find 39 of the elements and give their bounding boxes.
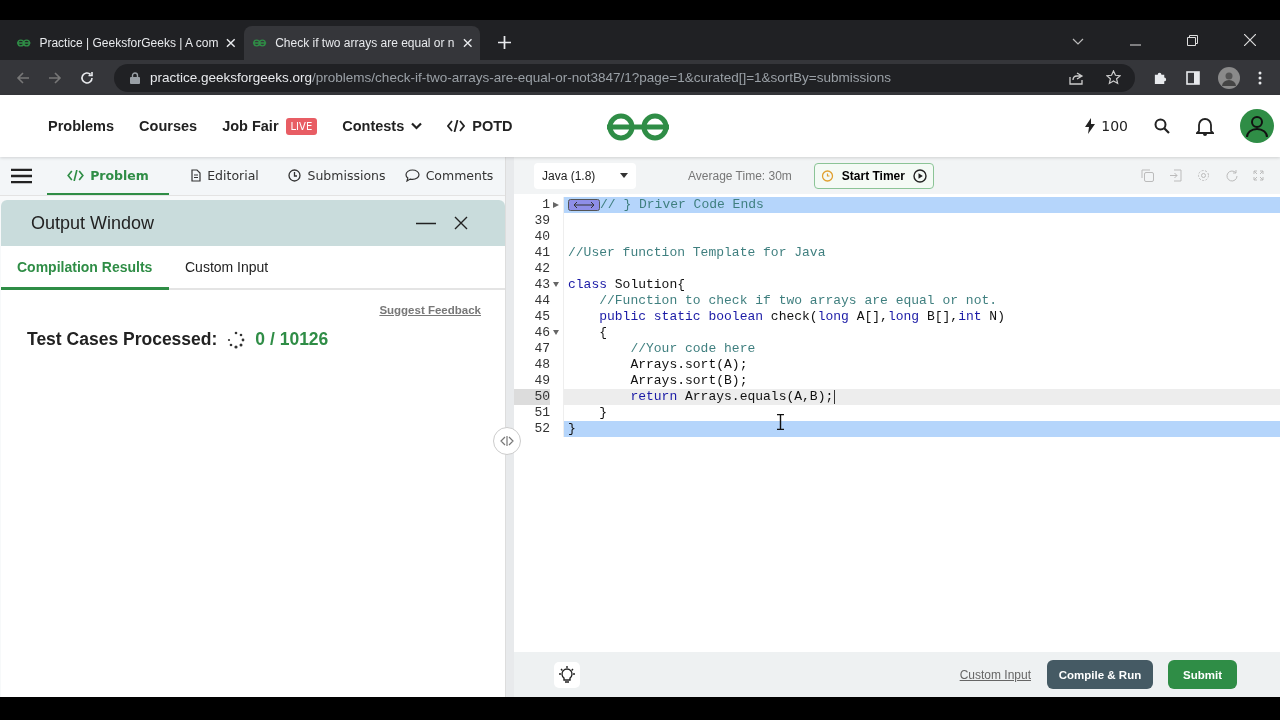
problem-tab[interactable]: Comments	[393, 157, 505, 195]
nav-link[interactable]: Problems	[48, 118, 115, 134]
nav-link[interactable]: Courses	[139, 118, 198, 134]
code-line: Arrays.sort(B);	[629, 373, 748, 389]
code-line: }	[568, 421, 576, 437]
line-number: 50	[514, 389, 550, 405]
problem-tab[interactable]: Editorial	[169, 157, 281, 195]
nav-link[interactable]: Job Fair	[222, 118, 279, 134]
browser-tab[interactable]: Practice | GeeksforGeeks | A com	[8, 26, 244, 60]
processed-label: Test Cases Processed:	[27, 329, 218, 350]
nav-link[interactable]: Contests	[342, 118, 405, 134]
code-line: class Solution{	[568, 277, 686, 293]
output-tab[interactable]: Compilation Results	[1, 246, 169, 290]
feedback-link[interactable]: Suggest Feedback	[379, 304, 481, 316]
code-line: //Function to check if two arrays are equal or not.	[598, 293, 998, 309]
code-line: return Arrays.equals(A,B);	[629, 389, 834, 405]
language-dropdown[interactable]: Java (1.8)	[534, 162, 636, 189]
problem-tab[interactable]: Submissions	[281, 157, 393, 195]
address-field[interactable]: practice.geeksforgeeks.org/problems/check-if-two-arrays-are-equal-or-not3847/1?page=1&curated[]=1&sortBy=submissions	[114, 63, 1135, 92]
code-line: {	[598, 325, 607, 341]
nav-link[interactable]: POTD	[472, 118, 513, 134]
output-tab[interactable]: Custom Input	[169, 246, 285, 290]
code-line: Arrays.sort(A);	[629, 357, 748, 373]
submit-button[interactable]: Submit	[1168, 660, 1237, 689]
average-time: Average Time: 30m	[688, 168, 792, 183]
problem-tab[interactable]: Problem	[47, 157, 169, 195]
code-line: //Your code here	[629, 341, 756, 357]
code-line: public static boolean check(long A[],long B[],int N)	[598, 309, 1005, 325]
progress-count: 0 / 10126	[255, 329, 329, 350]
code-line: //User function Template for Java	[568, 245, 826, 261]
panel-title: Output Window	[31, 212, 155, 234]
score-count: 100	[1101, 118, 1128, 134]
code-line: // } Driver Code Ends	[600, 197, 764, 213]
start-timer-button[interactable]: Start Timer	[813, 162, 934, 189]
compile-run-button[interactable]: Compile & Run	[1047, 660, 1153, 689]
browser-tab[interactable]: Check if two arrays are equal or n	[244, 26, 480, 60]
live-badge: LIVE	[285, 117, 318, 135]
code-line: }	[598, 405, 607, 421]
custom-input-link[interactable]: Custom Input	[959, 667, 1031, 682]
